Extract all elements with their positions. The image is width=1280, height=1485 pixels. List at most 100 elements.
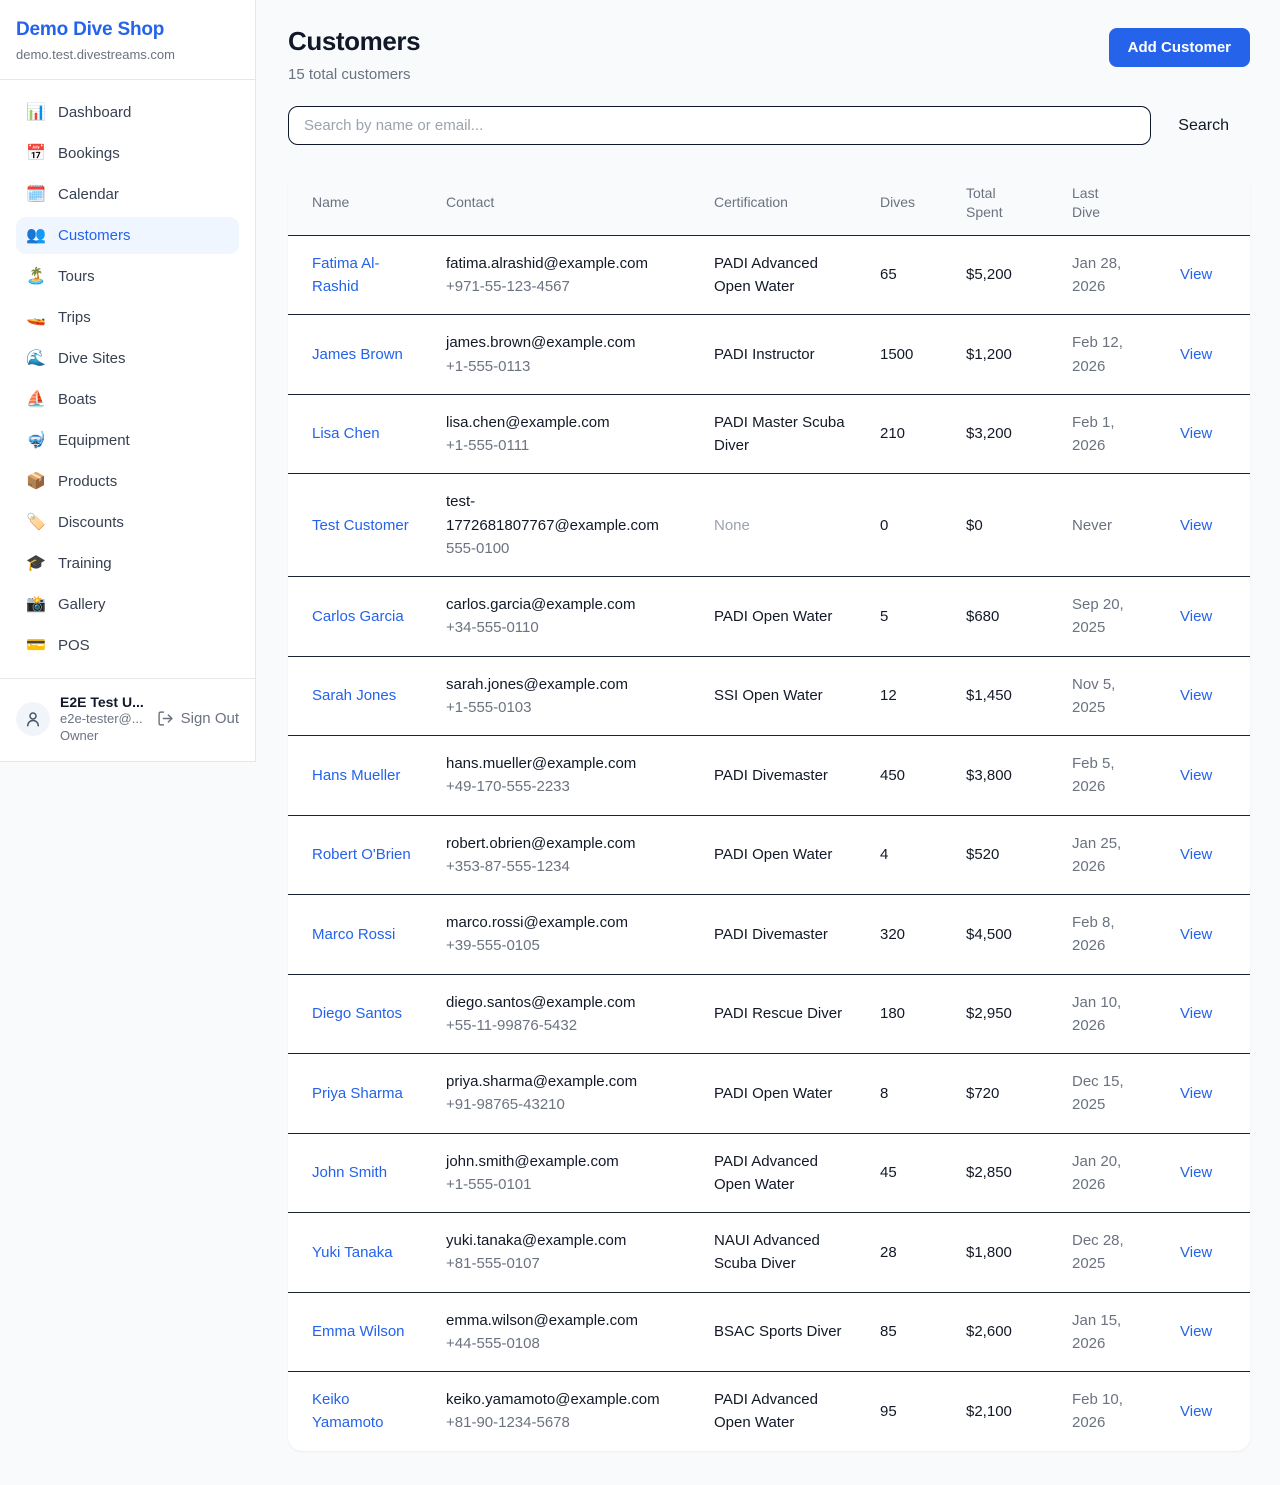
actions-cell: View [1164, 895, 1250, 975]
last-dive-cell: Jan 20, 2026 [1056, 1133, 1164, 1213]
last-dive-cell: Jan 28, 2026 [1056, 235, 1164, 315]
dives-cell: 65 [864, 235, 950, 315]
view-link[interactable]: View [1180, 1403, 1212, 1420]
customer-email: diego.santos@example.com [446, 991, 682, 1014]
contact-cell: hans.mueller@example.com +49-170-555-223… [430, 736, 698, 816]
nav-item-label: Calendar [58, 186, 119, 203]
last-dive-cell: Feb 5, 2026 [1056, 736, 1164, 816]
total-spent-cell: $3,200 [950, 394, 1056, 474]
page-title: Customers [288, 26, 420, 57]
sidebar-item-customers[interactable]: 👥 Customers [16, 217, 239, 254]
view-link[interactable]: View [1180, 1323, 1212, 1340]
sidebar-user-footer: E2E Test U... e2e-tester@... Owner Sign … [0, 678, 255, 761]
sidebar-item-boats[interactable]: ⛵ Boats [16, 381, 239, 418]
customer-name-link[interactable]: Sarah Jones [312, 687, 396, 704]
sidebar-item-equipment[interactable]: 🤿 Equipment [16, 422, 239, 459]
customer-name-link[interactable]: Priya Sharma [312, 1085, 403, 1102]
last-dive-cell: Jan 10, 2026 [1056, 974, 1164, 1054]
customer-phone: +34-555-0110 [446, 616, 682, 639]
table-row: Priya Sharma priya.sharma@example.com +9… [288, 1054, 1250, 1134]
table-row: Hans Mueller hans.mueller@example.com +4… [288, 736, 1250, 816]
customer-email: james.brown@example.com [446, 331, 682, 354]
view-link[interactable]: View [1180, 346, 1212, 363]
view-link[interactable]: View [1180, 846, 1212, 863]
search-input[interactable] [288, 106, 1151, 145]
shop-title: Demo Dive Shop [16, 19, 239, 41]
total-spent-cell: $1,450 [950, 656, 1056, 736]
dives-cell: 45 [864, 1133, 950, 1213]
certification-cell: PADI Divemaster [698, 736, 864, 816]
actions-cell: View [1164, 974, 1250, 1054]
total-spent-cell: $720 [950, 1054, 1056, 1134]
column-header-contact: Contact [430, 171, 698, 235]
sidebar-item-trips[interactable]: 🚤 Trips [16, 299, 239, 336]
view-link[interactable]: View [1180, 517, 1212, 534]
customer-name-link[interactable]: Test Customer [312, 517, 409, 534]
customer-name-link[interactable]: James Brown [312, 346, 403, 363]
actions-cell: View [1164, 1372, 1250, 1451]
sidebar-item-training[interactable]: 🎓 Training [16, 545, 239, 582]
add-customer-button[interactable]: Add Customer [1109, 28, 1250, 67]
sidebar-item-gallery[interactable]: 📸 Gallery [16, 586, 239, 623]
customer-email: keiko.yamamoto@example.com [446, 1388, 682, 1411]
sidebar-item-calendar[interactable]: 🗓️ Calendar [16, 176, 239, 213]
search-button[interactable]: Search [1178, 117, 1229, 135]
sidebar-item-products[interactable]: 📦 Products [16, 463, 239, 500]
customer-name-link[interactable]: Hans Mueller [312, 767, 400, 784]
table-row: Test Customer test-1772681807767@example… [288, 474, 1250, 577]
table-row: Carlos Garcia carlos.garcia@example.com … [288, 577, 1250, 657]
customer-name-link[interactable]: Diego Santos [312, 1005, 402, 1022]
customer-name-link[interactable]: Marco Rossi [312, 926, 395, 943]
sidebar-item-bookings[interactable]: 📅 Bookings [16, 135, 239, 172]
view-link[interactable]: View [1180, 1244, 1212, 1261]
view-link[interactable]: View [1180, 266, 1212, 283]
sidebar-item-tours[interactable]: 🏝️ Tours [16, 258, 239, 295]
sidebar-item-pos[interactable]: 💳 POS [16, 627, 239, 664]
sidebar-item-dive-sites[interactable]: 🌊 Dive Sites [16, 340, 239, 377]
contact-cell: lisa.chen@example.com +1-555-0111 [430, 394, 698, 474]
total-spent-cell: $5,200 [950, 235, 1056, 315]
customer-name-link[interactable]: Yuki Tanaka [312, 1244, 393, 1261]
sidebar-item-dashboard[interactable]: 📊 Dashboard [16, 94, 239, 131]
table-row: Emma Wilson emma.wilson@example.com +44-… [288, 1292, 1250, 1372]
dives-cell: 12 [864, 656, 950, 736]
island-icon: 🏝️ [26, 269, 46, 285]
nav-item-label: Boats [58, 391, 96, 408]
view-link[interactable]: View [1180, 687, 1212, 704]
view-link[interactable]: View [1180, 926, 1212, 943]
sign-out-button[interactable]: Sign Out [157, 710, 239, 727]
customer-name-link[interactable]: Lisa Chen [312, 425, 380, 442]
customer-name-link[interactable]: Emma Wilson [312, 1323, 405, 1340]
table-header: Name Contact Certification Dives Total S… [288, 171, 1250, 235]
total-spent-cell: $1,200 [950, 315, 1056, 395]
nav-item-label: Customers [58, 227, 131, 244]
nav-item-label: Dive Sites [58, 350, 126, 367]
view-link[interactable]: View [1180, 1085, 1212, 1102]
dives-cell: 320 [864, 895, 950, 975]
certification-cell: PADI Advanced Open Water [698, 235, 864, 315]
customer-email: priya.sharma@example.com [446, 1070, 682, 1093]
nav-item-label: Products [58, 473, 117, 490]
customer-email: emma.wilson@example.com [446, 1309, 682, 1332]
customer-name-link[interactable]: John Smith [312, 1164, 387, 1181]
customer-name-link[interactable]: Fatima Al-Rashid [312, 255, 380, 295]
dives-cell: 210 [864, 394, 950, 474]
certification-cell: PADI Open Water [698, 577, 864, 657]
customer-name-link[interactable]: Keiko Yamamoto [312, 1391, 383, 1431]
customer-name-link[interactable]: Robert O'Brien [312, 846, 411, 863]
view-link[interactable]: View [1180, 1005, 1212, 1022]
customer-name-link[interactable]: Carlos Garcia [312, 608, 404, 625]
view-link[interactable]: View [1180, 608, 1212, 625]
certification-cell: PADI Instructor [698, 315, 864, 395]
table-row: James Brown james.brown@example.com +1-5… [288, 315, 1250, 395]
actions-cell: View [1164, 1292, 1250, 1372]
view-link[interactable]: View [1180, 767, 1212, 784]
last-dive-cell: Sep 20, 2025 [1056, 577, 1164, 657]
view-link[interactable]: View [1180, 1164, 1212, 1181]
view-link[interactable]: View [1180, 425, 1212, 442]
dives-cell: 0 [864, 474, 950, 577]
customer-phone: +81-90-1234-5678 [446, 1411, 682, 1434]
sidebar-item-discounts[interactable]: 🏷️ Discounts [16, 504, 239, 541]
nav-item-label: Discounts [58, 514, 124, 531]
user-role: Owner [60, 728, 144, 745]
